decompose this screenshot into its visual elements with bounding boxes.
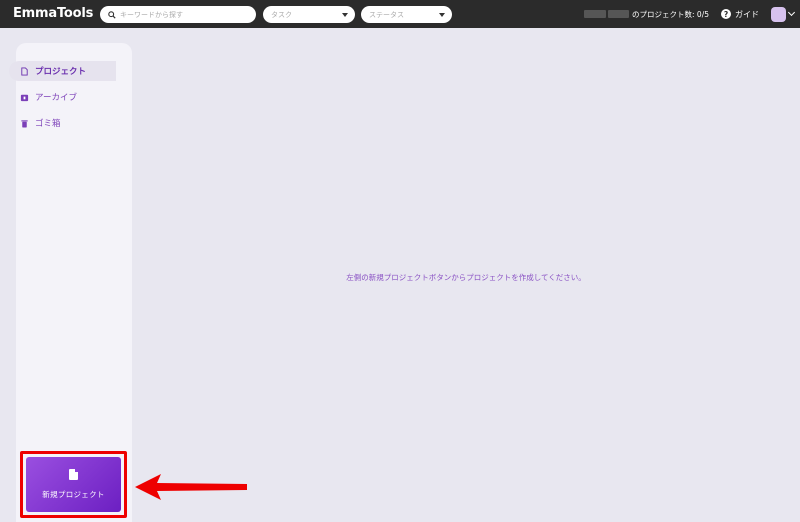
sidebar-item-label: アーカイブ: [35, 93, 77, 103]
search-icon: [108, 10, 116, 19]
status-filter-select[interactable]: ステータス: [361, 6, 452, 23]
trash-icon: [19, 118, 29, 128]
document-icon: [69, 469, 78, 480]
help-icon: ?: [721, 9, 731, 19]
search-box[interactable]: [100, 6, 256, 23]
chevron-down-icon: [787, 8, 796, 17]
user-menu[interactable]: [771, 6, 796, 22]
project-count: のプロジェクト数: 0/5: [632, 9, 709, 19]
chevron-down-icon: [439, 12, 445, 17]
avatar[interactable]: [771, 6, 786, 22]
search-input[interactable]: [120, 10, 250, 19]
empty-state-message: 左側の新規プロジェクトボタンからプロジェクトを作成してください。: [346, 273, 586, 282]
arrow-left-icon: [135, 474, 247, 500]
header-right: のプロジェクト数: 0/5 ? ガイド: [584, 0, 800, 28]
new-project-button[interactable]: 新規プロジェクト: [26, 457, 121, 512]
redacted-username: [584, 10, 630, 18]
sidebar-item-label: ゴミ箱: [35, 119, 61, 129]
guide-link[interactable]: ? ガイド: [721, 9, 759, 20]
document-icon: [19, 66, 29, 76]
sidebar-item-label: プロジェクト: [35, 67, 87, 77]
task-filter-value: タスク: [271, 10, 292, 19]
sidebar-item-archive[interactable]: アーカイブ: [9, 87, 77, 107]
guide-label: ガイド: [735, 9, 759, 19]
archive-icon: [19, 92, 29, 102]
sidebar-item-trash[interactable]: ゴミ箱: [9, 113, 61, 133]
new-project-label: 新規プロジェクト: [42, 490, 105, 499]
top-bar: EmmaTools タスク ステータス のプロジェクト数: 0/5 ? ガイド: [0, 0, 800, 28]
sidebar-item-projects[interactable]: プロジェクト: [9, 61, 116, 81]
chevron-down-icon: [342, 12, 348, 17]
task-filter-select[interactable]: タスク: [263, 6, 355, 23]
status-filter-value: ステータス: [369, 10, 404, 19]
app-logo[interactable]: EmmaTools: [13, 6, 93, 21]
